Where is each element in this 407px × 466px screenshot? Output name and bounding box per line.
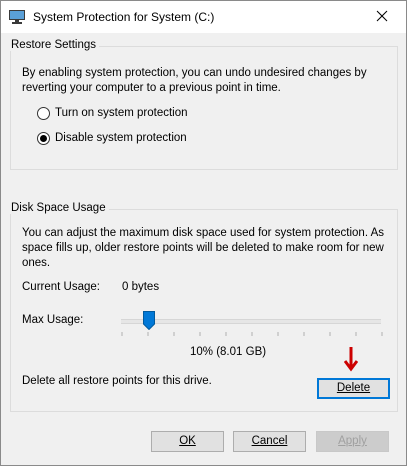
close-icon	[376, 10, 388, 22]
max-usage-value: 10% (8.01 GB)	[190, 346, 267, 358]
close-button[interactable]	[360, 1, 406, 32]
apply-button-label: Apply	[338, 435, 367, 447]
max-usage-slider-track[interactable]	[121, 319, 381, 324]
disk-description-line1: You can adjust the maximum disk space us…	[22, 227, 385, 239]
ok-button[interactable]: OK	[151, 431, 224, 452]
radio-selected-dot	[40, 135, 47, 142]
red-down-arrow-icon	[344, 347, 358, 372]
restore-description-line1: By enabling system protection, you can u…	[22, 67, 367, 79]
radio-disable-protection[interactable]	[37, 132, 50, 145]
disk-space-legend: Disk Space Usage	[8, 202, 109, 214]
disk-description-line2: space fills up, older restore points wil…	[22, 242, 384, 254]
system-protection-dialog: System Protection for System (C:) Restor…	[0, 0, 407, 466]
radio-turn-on-label[interactable]: Turn on system protection	[55, 107, 188, 119]
current-usage-value: 0 bytes	[122, 281, 160, 293]
delete-button-label: Delete	[336, 382, 371, 394]
ok-button-label: OK	[179, 435, 196, 447]
cancel-button-label: Cancel	[251, 435, 288, 447]
delete-button[interactable]: Delete	[317, 378, 390, 399]
max-usage-slider-thumb[interactable]	[143, 311, 155, 330]
disk-description-line3: ones.	[22, 257, 51, 269]
apply-button[interactable]: Apply	[316, 431, 389, 452]
max-usage-label: Max Usage:	[22, 314, 84, 326]
title-bar: System Protection for System (C:)	[1, 1, 406, 33]
cancel-button[interactable]: Cancel	[233, 431, 306, 452]
slider-ticks	[121, 332, 383, 336]
window-title: System Protection for System (C:)	[33, 10, 215, 24]
delete-description: Delete all restore points for this drive…	[22, 375, 212, 387]
restore-description-line2: reverting your computer to a previous po…	[22, 82, 281, 94]
restore-settings-legend: Restore Settings	[8, 39, 100, 51]
system-protection-icon	[9, 10, 25, 24]
radio-turn-on-protection[interactable]	[37, 107, 50, 120]
radio-disable-label[interactable]: Disable system protection	[55, 132, 187, 144]
current-usage-label: Current Usage:	[22, 281, 100, 293]
